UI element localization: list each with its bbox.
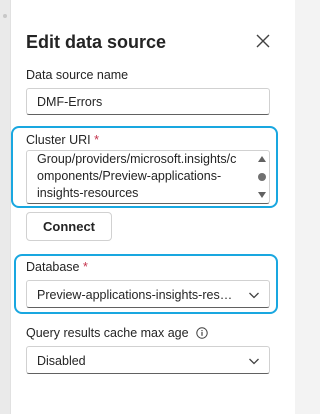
cluster-uri-line: omponents/Preview-applications-: [37, 169, 222, 183]
scroll-up-icon[interactable]: [258, 156, 266, 162]
edit-data-source-panel: Edit data source Data source name DMF-Er…: [10, 0, 295, 414]
data-source-name-label: Data source name: [26, 68, 129, 82]
scroll-down-icon[interactable]: [258, 192, 266, 198]
cache-max-age-selected-value: Disabled: [37, 354, 86, 368]
connect-button[interactable]: Connect: [26, 212, 112, 241]
background-strip: [0, 0, 10, 414]
cache-max-age-label-text: Query results cache max age: [26, 326, 189, 340]
required-mark: *: [94, 133, 99, 147]
database-select[interactable]: Preview-applications-insights-reso...: [26, 280, 270, 308]
data-source-name-input[interactable]: DMF-Errors: [26, 88, 270, 115]
cluster-uri-text: Group/providers/microsoft.insights/c omp…: [37, 151, 255, 202]
cluster-uri-line: insights-resources: [37, 186, 139, 200]
cache-max-age-label: Query results cache max age: [26, 326, 208, 340]
chevron-down-icon: [249, 358, 259, 365]
scroll-thumb[interactable]: [258, 173, 266, 181]
panel-title: Edit data source: [26, 32, 167, 52]
required-mark: *: [83, 260, 88, 274]
database-label: Database *: [26, 260, 88, 274]
cluster-uri-line: Group/providers/microsoft.insights/c: [37, 152, 237, 166]
database-selected-value: Preview-applications-insights-reso...: [37, 288, 237, 302]
strip-dot: [3, 14, 7, 18]
database-label-text: Database: [26, 260, 80, 274]
cluster-uri-label: Cluster URI *: [26, 133, 99, 147]
cluster-uri-label-text: Cluster URI: [26, 133, 91, 147]
cluster-uri-textarea[interactable]: Group/providers/microsoft.insights/c omp…: [26, 150, 270, 204]
chevron-down-icon: [249, 292, 259, 299]
info-icon[interactable]: [196, 327, 208, 339]
close-icon[interactable]: [254, 32, 272, 50]
textarea-scrollbar[interactable]: [257, 154, 267, 200]
cache-max-age-select[interactable]: Disabled: [26, 346, 270, 374]
